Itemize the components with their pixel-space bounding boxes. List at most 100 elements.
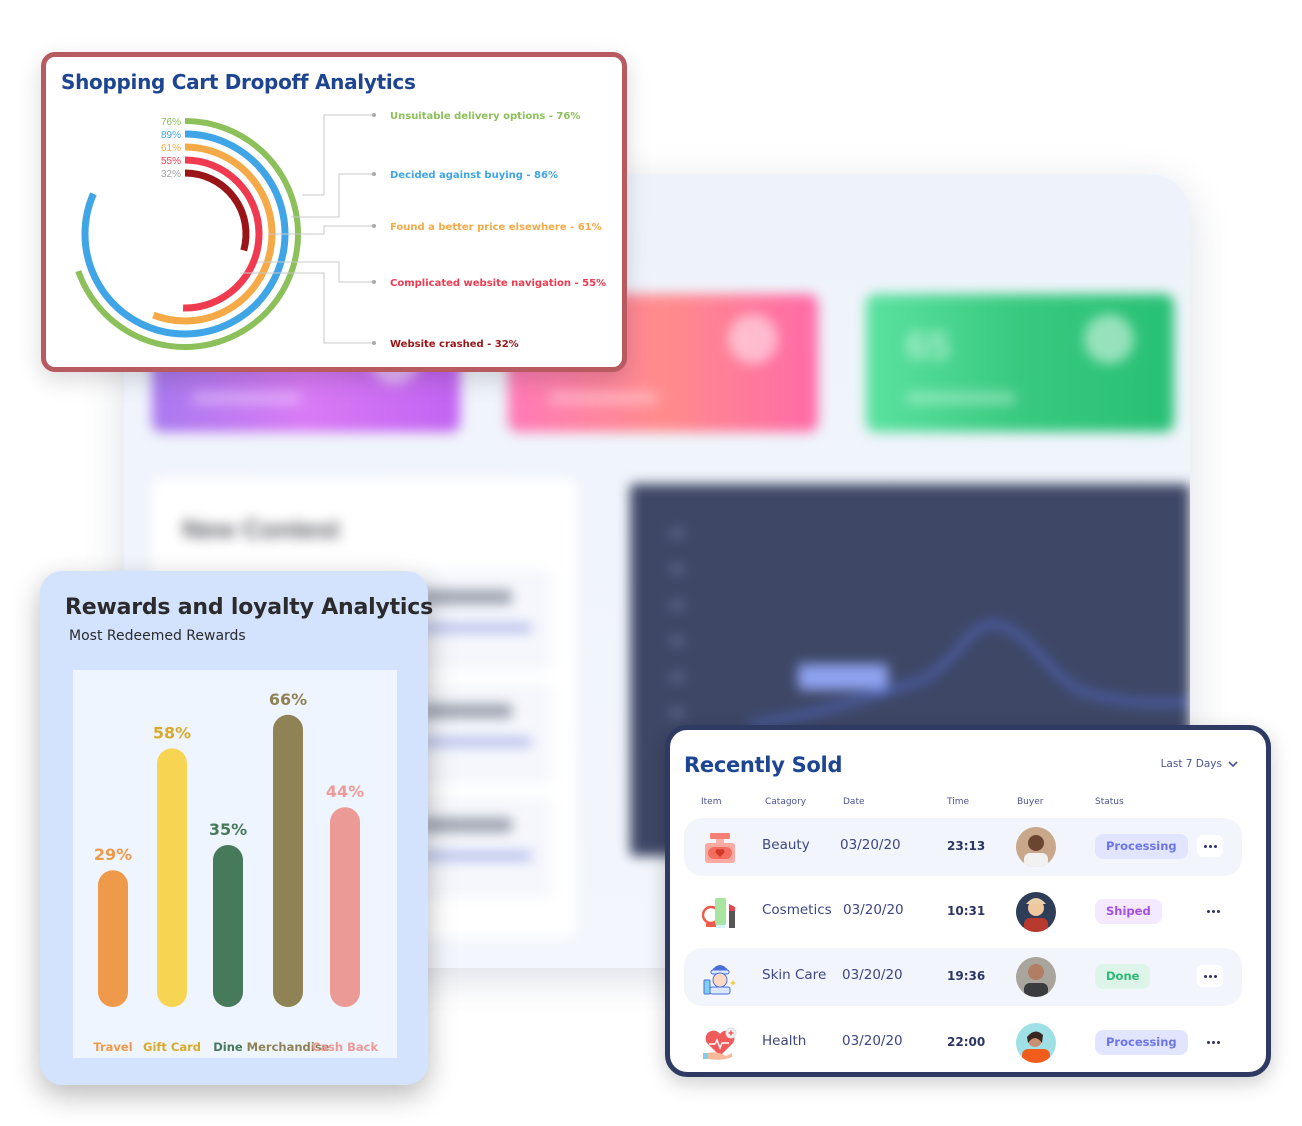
contest-title: New Contest [182, 514, 340, 544]
cart-dropoff-card: Shopping Cart Dropoff Analytics 76% 89% 61… [41, 52, 627, 372]
category-tick-label: Dine [213, 1040, 243, 1054]
row-category: Cosmetics [762, 902, 832, 918]
legend-dot [372, 341, 376, 345]
buyer-avatar-icon [1016, 827, 1056, 867]
rewards-card-title: Rewards and loyalty Analytics [65, 595, 434, 620]
row-category: Skin Care [762, 967, 827, 983]
bar-value-label: 58% [153, 723, 191, 742]
recently-sold-title: Recently Sold [684, 753, 843, 777]
recently-sold-card: Recently Sold Last 7 Days Item Catagory … [665, 725, 1271, 1077]
row-date: 03/20/20 [840, 837, 901, 853]
date-range-label: Last 7 Days [1160, 758, 1222, 770]
health-icon [703, 1027, 737, 1060]
stat-tile-caption [192, 392, 302, 404]
perfume-icon [705, 833, 735, 863]
legend-label: Decided against buying - 86% [390, 170, 558, 181]
cosmetics-icon [702, 898, 735, 928]
status-badge: Processing [1095, 1030, 1188, 1055]
axis-tick [670, 674, 684, 680]
ring-value-label: 32% [161, 169, 181, 180]
status-badge: Shiped [1095, 899, 1162, 924]
more-horizontal-icon[interactable] [1200, 1031, 1226, 1053]
legend-label: Unsuitable delivery options - 76% [390, 111, 580, 122]
bar [273, 714, 303, 1007]
category-tick-label: Gift Card [143, 1040, 201, 1054]
legend-label: Found a better price elsewhere - 61% [390, 222, 602, 233]
radial-bar-chart: 76% 89% 61% 55% 32% Unsuitable delivery optio… [75, 111, 606, 350]
bar-value-label: 35% [209, 820, 247, 839]
row-date: 03/20/20 [842, 967, 903, 983]
axis-tick [670, 530, 684, 536]
rewards-bar-chart: 29%Travel58%Gift Card35%Dine66%Merchandi… [93, 690, 379, 1054]
rewards-card: Rewards and loyalty Analytics Most Redee… [40, 571, 433, 1085]
bar [213, 845, 243, 1007]
skin-care-icon [703, 965, 736, 995]
contest-row [412, 798, 552, 898]
buyer-avatar-icon [1016, 957, 1056, 997]
column-header-category: Catagory [765, 797, 807, 807]
stat-tile-green: 65 [866, 294, 1174, 432]
axis-tick [670, 602, 684, 608]
chevron-down-icon [1228, 760, 1238, 767]
row-category: Health [762, 1033, 807, 1049]
table-row[interactable]: Beauty 03/20/20 23:13 Processing [684, 818, 1242, 876]
stat-tile-icon [728, 314, 778, 364]
axis-tick [670, 710, 684, 716]
row-date: 03/20/20 [842, 1033, 903, 1049]
stat-tile-value: 65 [906, 324, 951, 368]
table-row[interactable]: Cosmetics 03/20/20 10:31 Shiped [684, 883, 1242, 941]
stat-tile-caption [906, 392, 1016, 404]
bar-value-label: 66% [269, 690, 307, 709]
stat-tile-icon [1084, 314, 1134, 364]
ring-value-label: 61% [161, 143, 181, 154]
radial-bar-arc [75, 118, 301, 350]
status-badge: Processing [1095, 834, 1188, 859]
column-header-item: Item [701, 797, 722, 807]
legend-label: Complicated website navigation - 55% [390, 278, 606, 289]
column-header-status: Status [1095, 797, 1124, 807]
radial-bar-arc [81, 130, 289, 338]
column-header-date: Date [843, 797, 865, 807]
legend-dot [372, 280, 376, 284]
column-header-buyer: Buyer [1017, 797, 1044, 807]
buyer-avatar-icon [1016, 1023, 1056, 1063]
table-row[interactable]: Health 03/20/20 22:00 Processing [684, 1014, 1242, 1072]
legend-connector-line [302, 114, 374, 196]
more-horizontal-icon[interactable] [1197, 835, 1223, 857]
date-range-dropdown[interactable]: Last 7 Days [1161, 758, 1238, 770]
ring-value-label: 55% [161, 156, 181, 167]
legend-label: Website crashed - 32% [390, 339, 519, 350]
table-row[interactable]: Skin Care 03/20/20 19:36 Done [684, 948, 1242, 1006]
more-horizontal-icon[interactable] [1200, 900, 1226, 922]
buyer-avatar-icon [1016, 892, 1056, 932]
ring-value-label: 76% [161, 117, 181, 128]
bar-value-label: 29% [94, 845, 132, 864]
bar [98, 870, 128, 1007]
column-header-time: Time [947, 797, 970, 807]
row-category: Beauty [762, 837, 810, 853]
stat-tile-caption [548, 392, 658, 404]
ring-value-label: 89% [161, 130, 181, 141]
more-horizontal-icon[interactable] [1197, 965, 1223, 987]
category-tick-label: Cash Back [312, 1040, 379, 1054]
legend-dot [372, 224, 376, 228]
chart-tooltip [798, 664, 888, 690]
axis-tick [670, 638, 684, 644]
legend-dot [372, 172, 376, 176]
row-date: 03/20/20 [843, 902, 904, 918]
category-tick-label: Travel [93, 1040, 132, 1054]
rewards-plot-area: 29% Travel 58% Gift Card 35% Dine 66% Merchandi… [73, 670, 397, 1058]
row-time: 23:13 [947, 839, 986, 853]
bar-value-label: 44% [326, 782, 364, 801]
contest-row [412, 684, 552, 784]
row-time: 22:00 [947, 1035, 986, 1049]
row-time: 10:31 [947, 904, 986, 918]
contest-row [412, 570, 552, 670]
row-time: 19:36 [947, 969, 986, 983]
status-badge: Done [1095, 964, 1151, 989]
bar [330, 807, 360, 1007]
rewards-card-subtitle: Most Redeemed Rewards [69, 628, 246, 644]
legend-dot [372, 113, 376, 117]
bar [157, 748, 187, 1007]
axis-tick [670, 566, 684, 572]
